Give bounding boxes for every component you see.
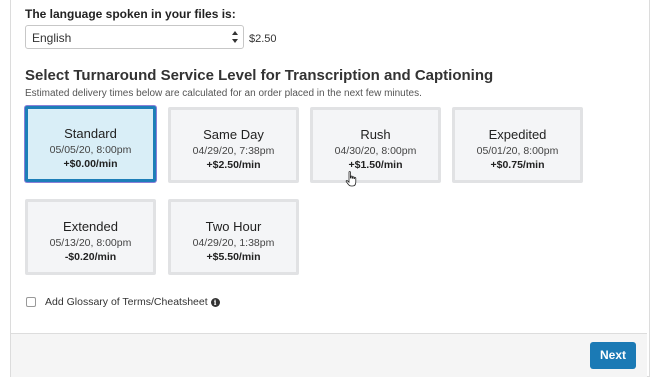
info-icon[interactable]: i bbox=[210, 297, 220, 307]
order-panel bbox=[10, 0, 650, 377]
turnaround-option-expedited[interactable]: Expedited 05/01/20, 8:00pm +$0.75/min bbox=[452, 107, 583, 183]
language-label: The language spoken in your files is: bbox=[25, 7, 236, 21]
option-price: +$1.50/min bbox=[348, 159, 403, 171]
language-select-value: English bbox=[32, 31, 72, 45]
language-price: $2.50 bbox=[249, 33, 277, 45]
glossary-checkbox[interactable] bbox=[26, 297, 36, 307]
hand-pointer-icon bbox=[345, 171, 357, 187]
turnaround-option-two-hour[interactable]: Two Hour 04/29/20, 1:38pm +$5.50/min bbox=[168, 199, 299, 275]
option-delivery-date: 04/30/20, 8:00pm bbox=[334, 145, 417, 157]
option-delivery-date: 04/29/20, 1:38pm bbox=[192, 237, 275, 249]
glossary-option[interactable]: Add Glossary of Terms/Cheatsheet i bbox=[25, 295, 220, 309]
option-name: Extended bbox=[63, 219, 118, 234]
turnaround-option-standard[interactable]: Standard 05/05/20, 8:00pm +$0.00/min bbox=[25, 106, 156, 182]
option-name: Expedited bbox=[488, 127, 547, 142]
option-price: -$0.20/min bbox=[64, 251, 117, 263]
turnaround-subtitle: Estimated delivery times below are calcu… bbox=[25, 88, 422, 99]
option-price: +$2.50/min bbox=[206, 159, 261, 171]
option-delivery-date: 05/05/20, 8:00pm bbox=[49, 144, 132, 156]
option-delivery-date: 05/13/20, 8:00pm bbox=[49, 237, 132, 249]
turnaround-option-same-day[interactable]: Same Day 04/29/20, 7:38pm +$2.50/min bbox=[168, 107, 299, 183]
turnaround-title: Select Turnaround Service Level for Tran… bbox=[25, 67, 494, 84]
turnaround-option-extended[interactable]: Extended 05/13/20, 8:00pm -$0.20/min bbox=[25, 199, 156, 275]
option-name: Same Day bbox=[203, 127, 264, 142]
option-name: Rush bbox=[360, 127, 391, 142]
option-name: Two Hour bbox=[205, 219, 262, 234]
language-select[interactable]: English bbox=[25, 25, 244, 49]
select-arrows-icon bbox=[232, 31, 238, 43]
option-name: Standard bbox=[64, 126, 117, 141]
option-price: +$5.50/min bbox=[206, 251, 261, 263]
option-price: +$0.00/min bbox=[63, 158, 118, 170]
option-price: +$0.75/min bbox=[490, 159, 545, 171]
turnaround-option-rush[interactable]: Rush 04/30/20, 8:00pm +$1.50/min bbox=[310, 107, 441, 183]
footer-bar bbox=[11, 333, 647, 377]
glossary-label: Add Glossary of Terms/Cheatsheet bbox=[45, 296, 208, 308]
option-delivery-date: 04/29/20, 7:38pm bbox=[192, 145, 275, 157]
option-delivery-date: 05/01/20, 8:00pm bbox=[476, 145, 559, 157]
next-button[interactable]: Next bbox=[590, 342, 636, 369]
